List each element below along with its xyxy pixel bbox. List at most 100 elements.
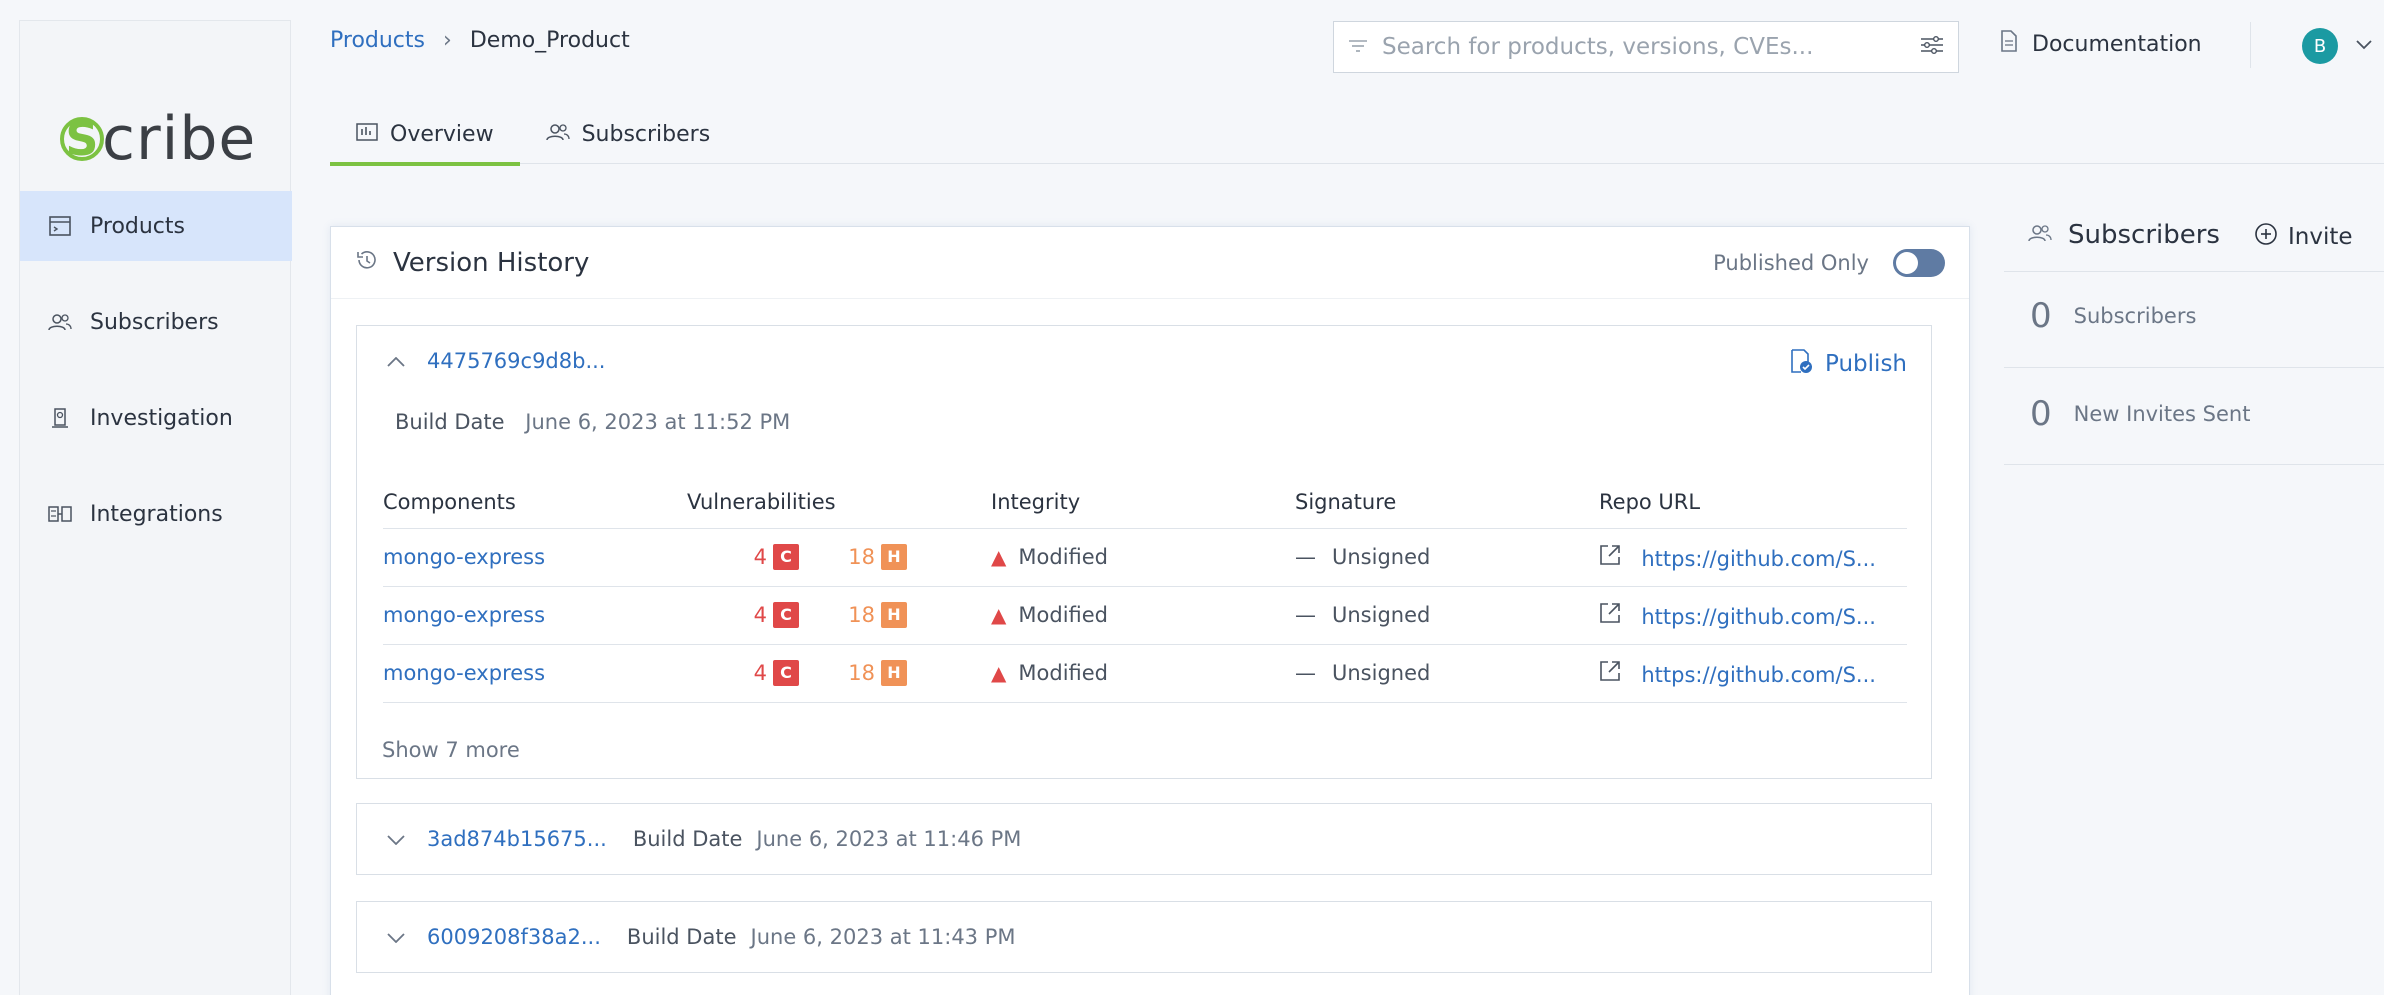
table-row: mongo-express 4 C 18 H ▲ Modified — Unsign…: [383, 586, 1907, 645]
breadcrumb-current: Demo_Product: [469, 28, 630, 53]
build-date: Build Date June 6, 2023 at 11:52 PM: [395, 410, 790, 434]
component-link[interactable]: mongo-express: [383, 603, 545, 627]
sidebar-item-label: Investigation: [90, 405, 233, 431]
invite-button[interactable]: Invite: [2254, 222, 2353, 252]
component-link[interactable]: mongo-express: [383, 545, 545, 569]
version-history-title: Version History: [393, 247, 590, 278]
divider: [2004, 271, 2384, 272]
build-date-label: Build Date: [632, 827, 743, 851]
products-icon: [46, 214, 74, 238]
subscribers-count-stat: 0 Subscribers: [2030, 296, 2196, 336]
vulnerability-counts: 4 C 18 H: [687, 660, 991, 686]
publish-label: Publish: [1825, 351, 1907, 377]
subscribers-icon: [545, 123, 570, 146]
show-more-link[interactable]: Show 7 more: [382, 738, 520, 762]
tab-overview[interactable]: Overview: [330, 104, 520, 166]
repo-url-link[interactable]: https://github.com/S...: [1641, 605, 1876, 629]
signature-status: Unsigned: [1332, 545, 1431, 569]
published-only-label: Published Only: [1713, 250, 1869, 275]
filter-icon: [1348, 37, 1368, 58]
scribe-logo[interactable]: S cribe: [60, 89, 256, 189]
component-link[interactable]: mongo-express: [383, 661, 545, 685]
external-link-icon[interactable]: [1599, 660, 1627, 687]
table-header-row: Components Vulnerabilities Integrity Sig…: [383, 476, 1907, 529]
sidebar-item-products[interactable]: Products: [20, 191, 292, 261]
advanced-search-icon[interactable]: [1920, 35, 1944, 59]
search-input[interactable]: [1382, 34, 1920, 60]
version-row-header[interactable]: 4475769c9d8b...: [357, 326, 1931, 396]
document-icon: [2000, 30, 2018, 58]
sidebar-item-integrations[interactable]: Integrations: [20, 479, 292, 549]
sidebar-item-label: Subscribers: [90, 309, 219, 335]
dash-icon: —: [1295, 661, 1316, 685]
chevron-down-icon[interactable]: [387, 927, 427, 948]
build-date-value: June 6, 2023 at 11:52 PM: [525, 410, 791, 434]
subscribers-icon: [2028, 223, 2052, 247]
version-hash-link[interactable]: 4475769c9d8b...: [427, 349, 605, 373]
tab-bar: Overview Subscribers: [330, 104, 2384, 166]
chevron-down-icon[interactable]: [2356, 34, 2372, 55]
search-bar[interactable]: [1333, 21, 1959, 73]
chevron-up-icon[interactable]: [387, 351, 427, 372]
version-row-header[interactable]: 3ad874b15675... Build Date June 6, 2023 …: [357, 804, 1931, 874]
avatar[interactable]: B: [2302, 28, 2338, 64]
breadcrumb-products-link[interactable]: Products: [330, 28, 425, 53]
table-row: mongo-express 4 C 18 H ▲ Modified — Unsign…: [383, 528, 1907, 587]
version-row-header[interactable]: 6009208f38a2... Build Date June 6, 2023 …: [357, 902, 1931, 972]
documentation-label: Documentation: [2032, 31, 2202, 57]
tab-subscribers[interactable]: Subscribers: [520, 104, 737, 164]
sidebar-item-subscribers[interactable]: Subscribers: [20, 287, 292, 357]
chevron-right-icon: ›: [443, 28, 452, 53]
version-hash-link[interactable]: 3ad874b15675...: [427, 827, 607, 851]
version-history-card: Version History Published Only 4475769c9…: [330, 226, 1970, 995]
publish-icon: [1789, 348, 1813, 380]
version-item[interactable]: 3ad874b15675... Build Date June 6, 2023 …: [356, 803, 1932, 875]
invites-sent-stat: 0 New Invites Sent: [2030, 394, 2250, 434]
high-badge: H: [881, 602, 907, 628]
logo-wordmark: cribe: [102, 104, 257, 174]
repo-url-link[interactable]: https://github.com/S...: [1641, 663, 1876, 687]
chevron-down-icon[interactable]: [387, 829, 427, 850]
sidebar-item-investigation[interactable]: Investigation: [20, 383, 292, 453]
publish-button[interactable]: Publish: [1789, 348, 1907, 380]
tab-label: Overview: [390, 121, 494, 147]
external-link-icon[interactable]: [1599, 544, 1627, 571]
integrations-icon: [46, 502, 74, 526]
column-header-vulnerabilities[interactable]: Vulnerabilities: [687, 476, 991, 529]
divider: [2004, 464, 2384, 465]
column-header-components[interactable]: Components: [383, 476, 687, 529]
published-only-control: Published Only: [1713, 248, 1945, 277]
investigation-icon: [46, 406, 74, 430]
critical-count: 4: [753, 603, 767, 627]
version-item[interactable]: 6009208f38a2... Build Date June 6, 2023 …: [356, 901, 1932, 973]
column-header-integrity[interactable]: Integrity: [991, 476, 1295, 529]
critical-badge: C: [773, 660, 799, 686]
external-link-icon[interactable]: [1599, 602, 1627, 629]
divider: [2004, 367, 2384, 368]
build-date-value: June 6, 2023 at 11:43 PM: [750, 925, 1016, 949]
vulnerability-counts: 4 C 18 H: [687, 544, 991, 570]
subscribers-panel-heading: Subscribers: [2068, 220, 2220, 250]
history-icon: [355, 249, 379, 277]
warning-icon: ▲: [991, 545, 1007, 569]
invite-label: Invite: [2288, 224, 2353, 250]
dash-icon: —: [1295, 545, 1316, 569]
stat-value: 0: [2030, 394, 2052, 434]
repo-url-link[interactable]: https://github.com/S...: [1641, 547, 1876, 571]
published-only-toggle[interactable]: [1893, 248, 1945, 277]
components-table: Components Vulnerabilities Integrity Sig…: [383, 476, 1907, 703]
logo-s-mark: S: [60, 116, 104, 162]
build-date-label: Build Date: [395, 410, 505, 434]
integrity-status: Modified: [1018, 661, 1108, 685]
subscribers-panel-title: Subscribers: [2028, 220, 2220, 250]
column-header-repo-url[interactable]: Repo URL: [1599, 476, 1907, 529]
sidebar-item-label: Products: [90, 213, 185, 239]
critical-count: 4: [753, 661, 767, 685]
critical-count: 4: [753, 545, 767, 569]
tab-label: Subscribers: [581, 121, 711, 147]
documentation-link[interactable]: Documentation: [2000, 30, 2202, 58]
breadcrumb: Products › Demo_Product: [330, 28, 630, 53]
column-header-signature[interactable]: Signature: [1295, 476, 1599, 529]
version-hash-link[interactable]: 6009208f38a2...: [427, 925, 601, 949]
vulnerability-counts: 4 C 18 H: [687, 602, 991, 628]
